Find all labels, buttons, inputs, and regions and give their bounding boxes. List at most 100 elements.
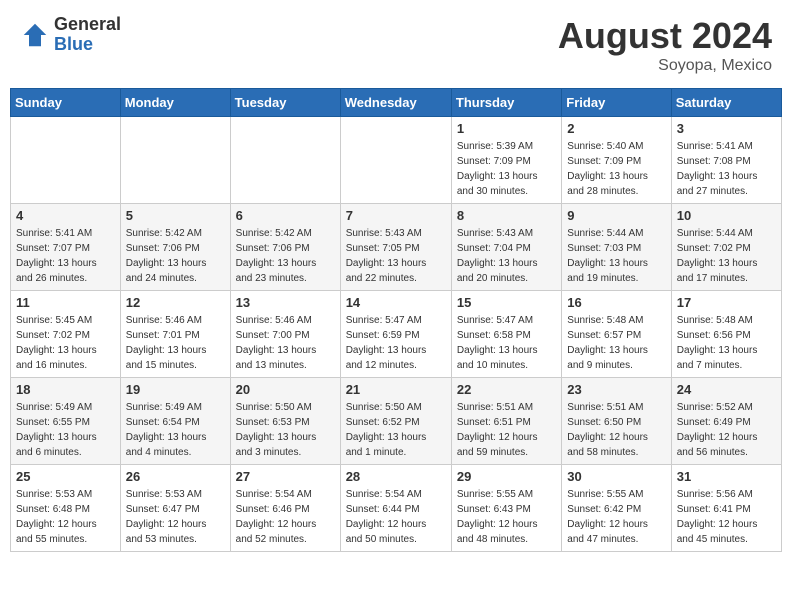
weekday-header-tuesday: Tuesday: [230, 89, 340, 117]
day-info: Sunrise: 5:46 AM Sunset: 7:01 PM Dayligh…: [126, 313, 225, 373]
day-cell: 27 Sunrise: 5:54 AM Sunset: 6:46 PM Dayli…: [230, 465, 340, 552]
week-row-5: 25 Sunrise: 5:53 AM Sunset: 6:48 PM Dayli…: [11, 465, 782, 552]
day-info: Sunrise: 5:42 AM Sunset: 7:06 PM Dayligh…: [236, 226, 335, 286]
day-number: 16: [567, 295, 665, 310]
day-cell: 9Sunrise: 5:44 AM Sunset: 7:03 PM Daylig…: [562, 204, 671, 291]
day-cell: 19 Sunrise: 5:49 AM Sunset: 6:54 PM Dayli…: [120, 378, 230, 465]
day-number: 30: [567, 469, 665, 484]
day-number: 12: [126, 295, 225, 310]
logo-blue-text: Blue: [54, 35, 121, 55]
day-number: 4: [16, 208, 115, 223]
day-info: Sunrise: 5:54 AM Sunset: 6:44 PM Dayligh…: [346, 487, 446, 547]
day-cell: 18 Sunrise: 5:49 AM Sunset: 6:55 PM Dayli…: [11, 378, 121, 465]
weekday-header-monday: Monday: [120, 89, 230, 117]
location-text: Soyopa, Mexico: [558, 57, 772, 75]
day-info: Sunrise: 5:46 AM Sunset: 7:00 PM Dayligh…: [236, 313, 335, 373]
day-cell: [340, 117, 451, 204]
day-cell: 20 Sunrise: 5:50 AM Sunset: 6:53 PM Dayli…: [230, 378, 340, 465]
day-info: Sunrise: 5:50 AM Sunset: 6:53 PM Dayligh…: [236, 400, 335, 460]
day-cell: [11, 117, 121, 204]
day-number: 15: [457, 295, 556, 310]
day-info: Sunrise: 5:49 AM Sunset: 6:54 PM Dayligh…: [126, 400, 225, 460]
day-info: Sunrise: 5:44 AM Sunset: 7:02 PM Dayligh…: [677, 226, 776, 286]
day-cell: 4Sunrise: 5:41 AM Sunset: 7:07 PM Daylig…: [11, 204, 121, 291]
week-row-2: 4Sunrise: 5:41 AM Sunset: 7:07 PM Daylig…: [11, 204, 782, 291]
day-number: 10: [677, 208, 776, 223]
day-info: Sunrise: 5:45 AM Sunset: 7:02 PM Dayligh…: [16, 313, 115, 373]
day-cell: 11 Sunrise: 5:45 AM Sunset: 7:02 PM Dayli…: [11, 291, 121, 378]
day-info: Sunrise: 5:51 AM Sunset: 6:51 PM Dayligh…: [457, 400, 556, 460]
day-cell: 8Sunrise: 5:43 AM Sunset: 7:04 PM Daylig…: [451, 204, 561, 291]
day-cell: 31Sunrise: 5:56 AM Sunset: 6:41 PM Dayli…: [671, 465, 781, 552]
day-info: Sunrise: 5:55 AM Sunset: 6:42 PM Dayligh…: [567, 487, 665, 547]
day-number: 26: [126, 469, 225, 484]
day-number: 7: [346, 208, 446, 223]
day-number: 29: [457, 469, 556, 484]
day-info: Sunrise: 5:53 AM Sunset: 6:47 PM Dayligh…: [126, 487, 225, 547]
day-number: 17: [677, 295, 776, 310]
day-info: Sunrise: 5:48 AM Sunset: 6:57 PM Dayligh…: [567, 313, 665, 373]
day-number: 23: [567, 382, 665, 397]
title-section: August 2024 Soyopa, Mexico: [558, 15, 772, 75]
day-info: Sunrise: 5:53 AM Sunset: 6:48 PM Dayligh…: [16, 487, 115, 547]
day-cell: 24 Sunrise: 5:52 AM Sunset: 6:49 PM Dayli…: [671, 378, 781, 465]
day-cell: 26 Sunrise: 5:53 AM Sunset: 6:47 PM Dayli…: [120, 465, 230, 552]
day-cell: 5 Sunrise: 5:42 AM Sunset: 7:06 PM Daylig…: [120, 204, 230, 291]
day-cell: 22 Sunrise: 5:51 AM Sunset: 6:51 PM Dayli…: [451, 378, 561, 465]
day-number: 11: [16, 295, 115, 310]
day-number: 8: [457, 208, 556, 223]
weekday-header-thursday: Thursday: [451, 89, 561, 117]
day-cell: 17 Sunrise: 5:48 AM Sunset: 6:56 PM Dayli…: [671, 291, 781, 378]
day-cell: 25 Sunrise: 5:53 AM Sunset: 6:48 PM Dayli…: [11, 465, 121, 552]
day-cell: 2 Sunrise: 5:40 AM Sunset: 7:09 PM Daylig…: [562, 117, 671, 204]
day-cell: 6Sunrise: 5:42 AM Sunset: 7:06 PM Daylig…: [230, 204, 340, 291]
weekday-header-saturday: Saturday: [671, 89, 781, 117]
day-info: Sunrise: 5:47 AM Sunset: 6:58 PM Dayligh…: [457, 313, 556, 373]
logo-general-text: General: [54, 15, 121, 35]
day-info: Sunrise: 5:52 AM Sunset: 6:49 PM Dayligh…: [677, 400, 776, 460]
day-cell: 15 Sunrise: 5:47 AM Sunset: 6:58 PM Dayli…: [451, 291, 561, 378]
day-info: Sunrise: 5:47 AM Sunset: 6:59 PM Dayligh…: [346, 313, 446, 373]
day-number: 22: [457, 382, 556, 397]
day-number: 24: [677, 382, 776, 397]
day-number: 5: [126, 208, 225, 223]
day-number: 14: [346, 295, 446, 310]
day-info: Sunrise: 5:48 AM Sunset: 6:56 PM Dayligh…: [677, 313, 776, 373]
day-info: Sunrise: 5:49 AM Sunset: 6:55 PM Dayligh…: [16, 400, 115, 460]
day-number: 28: [346, 469, 446, 484]
day-info: Sunrise: 5:54 AM Sunset: 6:46 PM Dayligh…: [236, 487, 335, 547]
day-cell: 3Sunrise: 5:41 AM Sunset: 7:08 PM Daylig…: [671, 117, 781, 204]
day-cell: 13 Sunrise: 5:46 AM Sunset: 7:00 PM Dayli…: [230, 291, 340, 378]
day-info: Sunrise: 5:55 AM Sunset: 6:43 PM Dayligh…: [457, 487, 556, 547]
day-cell: 30 Sunrise: 5:55 AM Sunset: 6:42 PM Dayli…: [562, 465, 671, 552]
day-number: 2: [567, 121, 665, 136]
day-cell: 14 Sunrise: 5:47 AM Sunset: 6:59 PM Dayli…: [340, 291, 451, 378]
day-cell: 7Sunrise: 5:43 AM Sunset: 7:05 PM Daylig…: [340, 204, 451, 291]
week-row-1: 1Sunrise: 5:39 AM Sunset: 7:09 PM Daylig…: [11, 117, 782, 204]
day-cell: 10 Sunrise: 5:44 AM Sunset: 7:02 PM Dayli…: [671, 204, 781, 291]
day-number: 19: [126, 382, 225, 397]
day-number: 25: [16, 469, 115, 484]
day-cell: 23 Sunrise: 5:51 AM Sunset: 6:50 PM Dayli…: [562, 378, 671, 465]
logo-text: General Blue: [54, 15, 121, 55]
month-title: August 2024: [558, 15, 772, 57]
week-row-3: 11 Sunrise: 5:45 AM Sunset: 7:02 PM Dayli…: [11, 291, 782, 378]
logo: General Blue: [20, 15, 121, 55]
weekday-header-sunday: Sunday: [11, 89, 121, 117]
day-cell: 12 Sunrise: 5:46 AM Sunset: 7:01 PM Dayli…: [120, 291, 230, 378]
day-number: 21: [346, 382, 446, 397]
day-info: Sunrise: 5:51 AM Sunset: 6:50 PM Dayligh…: [567, 400, 665, 460]
day-cell: [230, 117, 340, 204]
day-number: 13: [236, 295, 335, 310]
day-cell: 29 Sunrise: 5:55 AM Sunset: 6:43 PM Dayli…: [451, 465, 561, 552]
day-info: Sunrise: 5:44 AM Sunset: 7:03 PM Dayligh…: [567, 226, 665, 286]
day-number: 20: [236, 382, 335, 397]
day-number: 18: [16, 382, 115, 397]
week-row-4: 18 Sunrise: 5:49 AM Sunset: 6:55 PM Dayli…: [11, 378, 782, 465]
day-info: Sunrise: 5:42 AM Sunset: 7:06 PM Dayligh…: [126, 226, 225, 286]
day-cell: 21Sunrise: 5:50 AM Sunset: 6:52 PM Dayli…: [340, 378, 451, 465]
day-info: Sunrise: 5:40 AM Sunset: 7:09 PM Dayligh…: [567, 139, 665, 199]
calendar-table: SundayMondayTuesdayWednesdayThursdayFrid…: [10, 88, 782, 552]
day-cell: [120, 117, 230, 204]
day-number: 27: [236, 469, 335, 484]
